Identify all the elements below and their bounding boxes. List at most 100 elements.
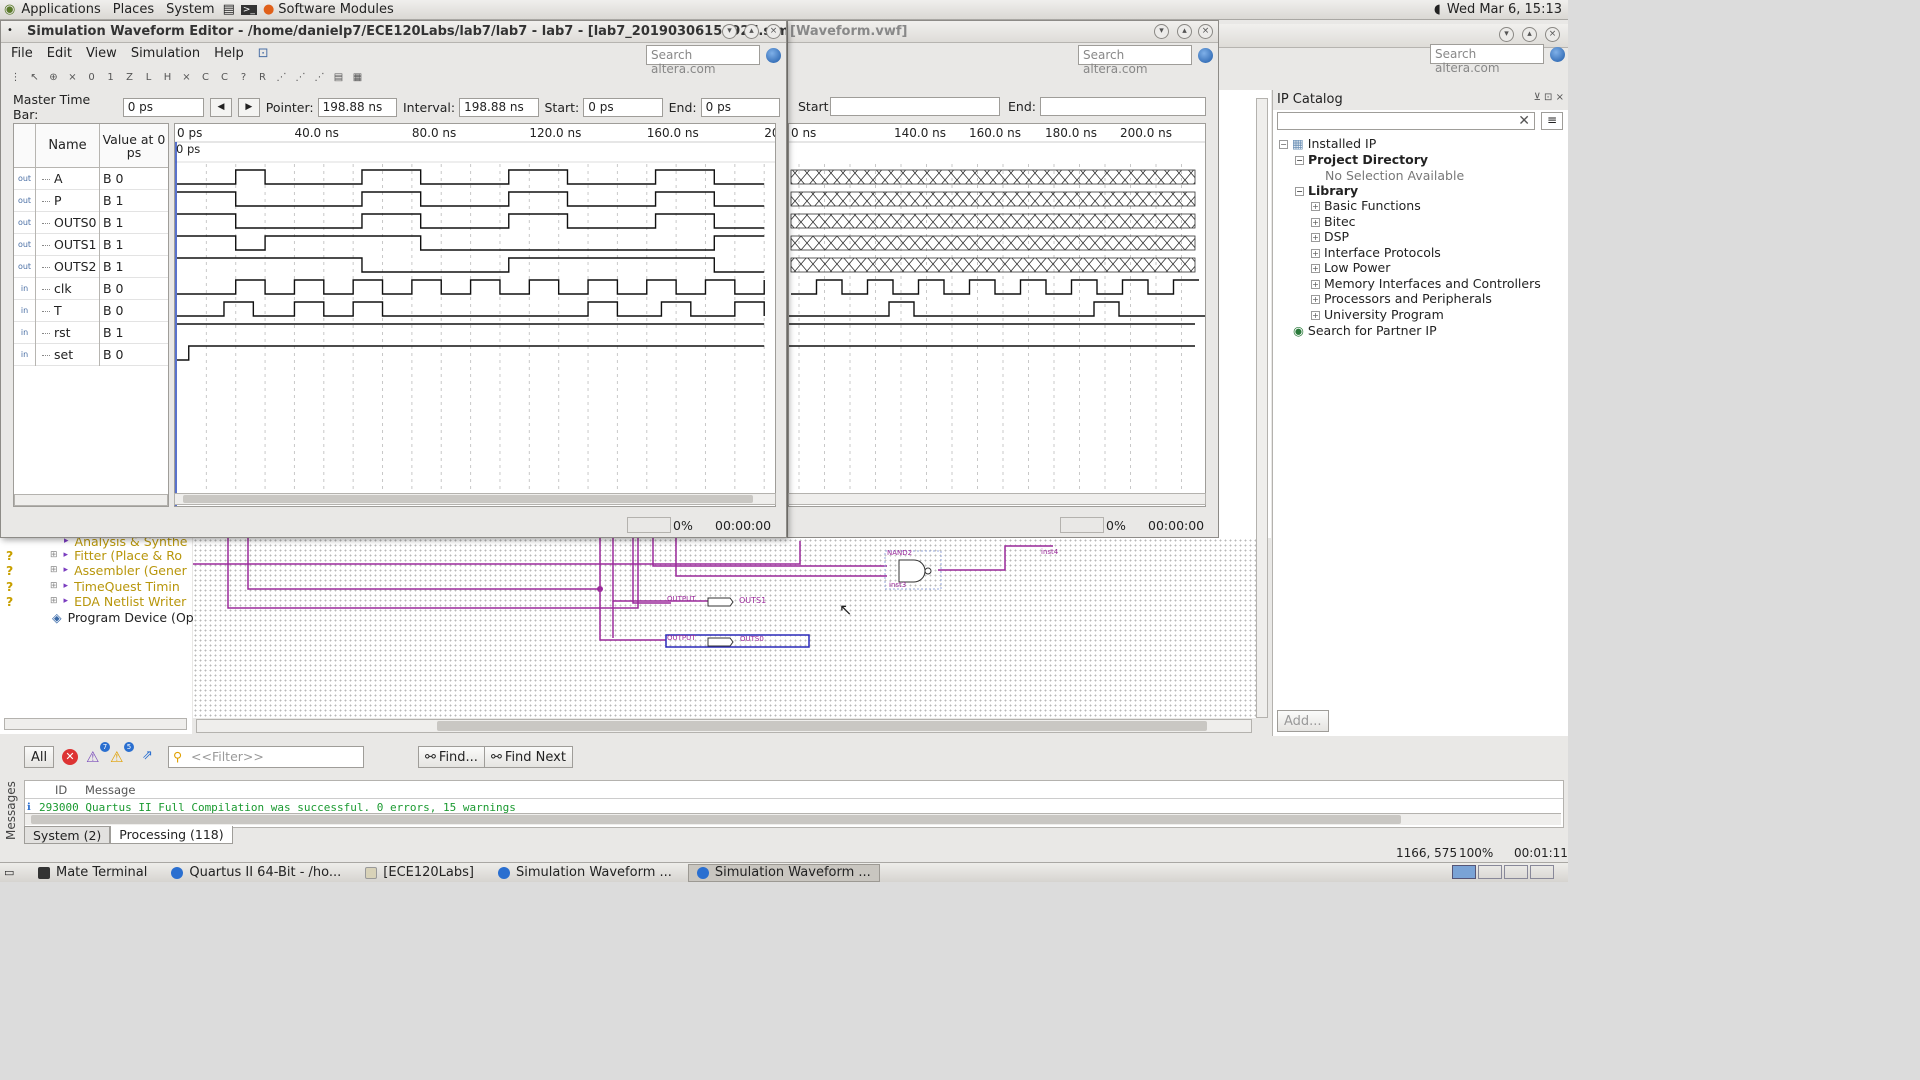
- invert-icon[interactable]: C: [197, 69, 214, 86]
- waveform-hscroll[interactable]: [174, 493, 776, 505]
- schematic-canvas[interactable]: NAND2 inst3 inst4 OUTPUT OUTS1 OUTPUT OU…: [193, 538, 1257, 718]
- globe-icon[interactable]: [1198, 48, 1213, 63]
- tab-system[interactable]: System (2): [24, 826, 111, 844]
- close-icon[interactable]: ×: [1198, 24, 1213, 39]
- next-transition-button[interactable]: ▶: [237, 97, 260, 117]
- tree-partner-ip[interactable]: ◉ Search for Partner IP: [1293, 323, 1437, 338]
- functional-sim-icon[interactable]: ⋰: [292, 69, 309, 86]
- clock[interactable]: ◖ Wed Mar 6, 15:13: [1434, 2, 1562, 17]
- messages-hscroll[interactable]: [25, 813, 1561, 825]
- suppress-filter-icon[interactable]: ⇗: [142, 748, 153, 763]
- minimize-icon[interactable]: ▾: [722, 24, 737, 39]
- tree-library-item[interactable]: + University Program: [1311, 307, 1444, 322]
- terminal-icon[interactable]: >_: [240, 4, 257, 15]
- minimize-icon[interactable]: ▾: [1154, 24, 1169, 39]
- panel-controls-icon[interactable]: ⊻ ⊡ ×: [1534, 92, 1564, 103]
- search-input[interactable]: Search altera.com: [646, 45, 760, 76]
- start-field[interactable]: 0 ps: [583, 97, 663, 117]
- uninitialized-icon[interactable]: ⨯: [64, 69, 81, 86]
- waveform-plot[interactable]: 0 ps 40.0 ns 80.0 ns 120.0 ns 160.0 ns 200.0 …: [174, 123, 776, 507]
- critical-warning-filter-icon[interactable]: ⚠: [86, 748, 99, 766]
- taskbar-item-terminal[interactable]: Mate Terminal: [30, 864, 155, 882]
- tree-library-item[interactable]: + Interface Protocols: [1311, 245, 1441, 260]
- globe-icon[interactable]: [766, 48, 781, 63]
- signal-row[interactable]: out P B 1: [14, 189, 168, 212]
- error-filter-icon[interactable]: ✕: [62, 749, 78, 765]
- taskbar-item-quartus[interactable]: Quartus II 64-Bit - /ho...: [163, 864, 349, 882]
- all-button[interactable]: All: [24, 746, 55, 768]
- clear-icon[interactable]: ✕: [1518, 113, 1530, 129]
- pointer-field[interactable]: 198.88 ns: [317, 97, 397, 117]
- weak-high-icon[interactable]: H: [159, 69, 176, 86]
- master-time-bar-field[interactable]: 0 ps: [122, 97, 205, 117]
- task-row[interactable]: ? ⊞ ▸ TimeQuest Timin: [0, 578, 180, 594]
- tasks-hscroll[interactable]: [4, 718, 187, 730]
- waveform-plot-2[interactable]: 0 ns 140.0 ns 160.0 ns 180.0 ns 200.0 ns: [788, 123, 1206, 507]
- workspace-4[interactable]: [1530, 865, 1554, 879]
- task-row[interactable]: ? ⊞ ▸ Assembler (Gener: [0, 562, 187, 578]
- firefox-icon[interactable]: ●: [263, 2, 274, 17]
- prev-transition-button[interactable]: ◀: [210, 97, 232, 117]
- signal-row[interactable]: out OUTS1 B 1: [14, 233, 168, 256]
- menu-places[interactable]: Places: [113, 2, 154, 17]
- find-next-button[interactable]: ⚯ Find Next: [484, 746, 573, 768]
- tab-processing[interactable]: Processing (118): [110, 826, 233, 844]
- high-impedance-icon[interactable]: Z: [121, 69, 138, 86]
- workspace-2[interactable]: [1478, 865, 1502, 879]
- forcing-high-icon[interactable]: 1: [102, 69, 119, 86]
- taskbar-item-waveform-1[interactable]: Simulation Waveform ...: [490, 864, 680, 882]
- software-modules-launcher[interactable]: Software Modules: [278, 2, 393, 17]
- zoom-tool-icon[interactable]: ⊕: [45, 69, 62, 86]
- signal-row[interactable]: in T B 0: [14, 299, 168, 322]
- end-field[interactable]: [1040, 97, 1206, 116]
- show-desktop-icon[interactable]: ▭: [4, 866, 20, 879]
- quartus-search-input[interactable]: Search altera.com: [1430, 44, 1544, 75]
- signal-row[interactable]: in set B 0: [14, 343, 168, 366]
- find-button[interactable]: ⚯ Find...: [418, 746, 485, 768]
- timing-sim-icon[interactable]: ⋰: [311, 69, 328, 86]
- netlist-icon[interactable]: ▤: [330, 69, 347, 86]
- menu-view[interactable]: View: [86, 46, 117, 61]
- tree-library-item[interactable]: + Low Power: [1311, 260, 1390, 275]
- task-row[interactable]: ? ⊞ ▸ EDA Netlist Writer: [0, 593, 186, 609]
- selection-tool-icon[interactable]: ↖: [26, 69, 43, 86]
- taskbar-item-waveform-2[interactable]: Simulation Waveform ...: [687, 863, 880, 882]
- taskbar-item-folder[interactable]: [ECE120Labs]: [357, 864, 482, 882]
- signal-row[interactable]: in rst B 1: [14, 321, 168, 344]
- maximize-icon[interactable]: ▴: [1522, 27, 1537, 42]
- tree-library-item[interactable]: + Processors and Peripherals: [1311, 291, 1492, 306]
- forcing-low-icon[interactable]: 0: [83, 69, 100, 86]
- overwrite-clock-icon[interactable]: ?: [235, 69, 252, 86]
- tree-installed-ip[interactable]: − ▦ Installed IP: [1279, 136, 1376, 151]
- end-field[interactable]: 0 ps: [700, 97, 781, 117]
- tree-project-directory[interactable]: − Project Directory: [1295, 152, 1428, 167]
- schematic-hscroll[interactable]: [196, 719, 1252, 733]
- menu-system[interactable]: System: [166, 2, 214, 17]
- ip-search-input[interactable]: ✕: [1277, 112, 1535, 130]
- task-row[interactable]: ? ⊞ ▸ Fitter (Place & Ro: [0, 547, 182, 563]
- menu-help[interactable]: Help: [214, 46, 244, 61]
- menu-icon[interactable]: ≡: [1541, 112, 1563, 130]
- volume-icon[interactable]: ◖: [1434, 2, 1441, 17]
- signal-row[interactable]: out OUTS0 B 1: [14, 211, 168, 234]
- schematic-vscroll[interactable]: [1256, 98, 1268, 718]
- col-name[interactable]: Name: [36, 124, 100, 167]
- weak-low-icon[interactable]: L: [140, 69, 157, 86]
- menu-simulation[interactable]: Simulation: [131, 46, 200, 61]
- signal-row[interactable]: in clk B 0: [14, 277, 168, 300]
- warning-filter-icon[interactable]: ⚠: [110, 748, 123, 766]
- maximize-icon[interactable]: ▴: [744, 24, 759, 39]
- signal-row[interactable]: out A B 0: [14, 167, 168, 190]
- menu-edit[interactable]: Edit: [47, 46, 72, 61]
- count-value-icon[interactable]: C: [216, 69, 233, 86]
- dont-care-icon[interactable]: ⨯: [178, 69, 195, 86]
- tree-library-item[interactable]: + Basic Functions: [1311, 198, 1421, 213]
- add-ip-button[interactable]: Add...: [1277, 710, 1329, 732]
- mate-logo-icon[interactable]: ◉: [4, 2, 15, 17]
- task-row[interactable]: ◈ Program Device (Op: [0, 609, 194, 625]
- menu-file[interactable]: File: [11, 46, 33, 61]
- menu-applications[interactable]: Applications: [21, 2, 100, 17]
- window-menu-icon[interactable]: •: [7, 25, 13, 36]
- search-input[interactable]: Search altera.com: [1078, 45, 1192, 76]
- file-manager-icon[interactable]: ▤: [223, 2, 235, 17]
